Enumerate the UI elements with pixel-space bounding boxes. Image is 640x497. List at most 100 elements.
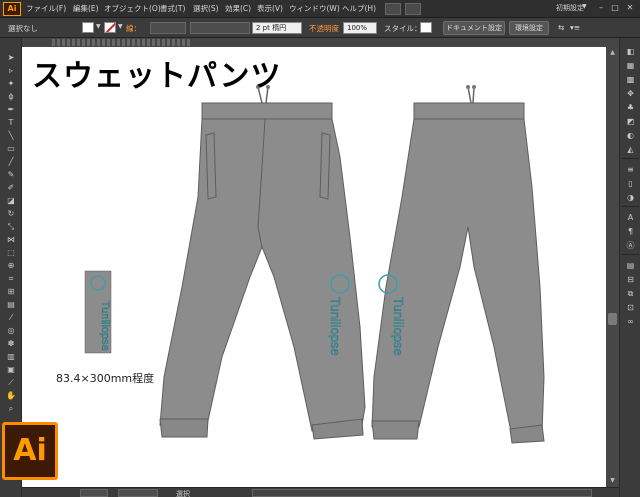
gradient-icon[interactable]: ▤ [5,300,17,310]
slice-icon[interactable]: ⟋ [5,378,17,388]
arrange-icon[interactable]: ⇆ [558,23,564,32]
rectangle-icon[interactable]: ▭ [5,144,17,154]
minimize-icon[interactable]: – [594,2,608,14]
menu-help[interactable]: ヘルプ(H) [342,3,376,14]
illustrator-badge-icon: Ai [2,422,58,480]
perspective-grid-icon[interactable]: ⌗ [5,274,17,284]
document-tab-label [52,39,192,46]
appearance-icon[interactable]: ◐ [624,130,637,141]
color-guide-icon[interactable]: ▦ [624,60,637,71]
menu-type[interactable]: 書式(T) [160,3,185,14]
app-logo-icon: Ai [3,2,21,16]
eraser-icon[interactable]: ◪ [5,196,17,206]
blend-icon[interactable]: ◎ [5,326,17,336]
menu-edit[interactable]: 編集(E) [73,3,99,14]
bridge-button[interactable] [385,3,401,15]
zoom-field[interactable] [80,489,108,497]
eyedropper-icon[interactable]: ⁄ [5,313,17,323]
arrange-documents-button[interactable] [405,3,421,15]
pen-icon[interactable]: ✒ [5,105,17,115]
blob-brush-icon[interactable]: ✐ [5,183,17,193]
align-icon[interactable]: ⊟ [624,274,637,285]
close-icon[interactable]: ✕ [623,2,637,14]
menu-file[interactable]: ファイル(F) [26,3,66,14]
workspace-switcher[interactable]: 初期設定 [556,3,584,13]
stroke-weight-field[interactable] [150,22,186,34]
zoom-icon[interactable]: ⌕ [5,404,17,414]
panel-menu-icon[interactable]: ▾≡ [570,23,580,32]
style-label: スタイル： [384,24,422,33]
column-graph-icon[interactable]: ▥ [5,352,17,362]
pencil-icon[interactable]: ✎ [5,170,17,180]
free-transform-icon[interactable]: ⬚ [5,248,17,258]
width-icon[interactable]: ⋈ [5,235,17,245]
brush-definition-field[interactable]: 2 pt 楕円 [252,22,302,34]
mesh-icon[interactable]: ⊞ [5,287,17,297]
scroll-up-icon[interactable]: ▲ [608,49,617,57]
selection-tool-icon[interactable]: ➤ [5,53,17,63]
brushes-icon[interactable]: ✥ [624,88,637,99]
control-bar: 選択なし ▼ ▼ 線： 2 pt 楕円 不透明度 100% スタイル： ドキュメ… [0,18,640,38]
preferences-button[interactable]: 環境設定 [509,21,549,35]
paragraph-icon[interactable]: ¶ [624,226,637,237]
chevron-down-icon[interactable]: ▼ [118,23,123,30]
menu-view[interactable]: 表示(V) [257,3,283,14]
shape-builder-icon[interactable]: ⊕ [5,261,17,271]
menu-select[interactable]: 選択(S) [193,3,219,14]
opentype-icon[interactable]: Ⓐ [624,240,637,251]
panel-divider [622,254,639,255]
artboard[interactable]: Tuniliopse Tuniliopse Tuniliopse スウェットパン… [22,47,606,487]
artboard-icon[interactable]: ▣ [5,365,17,375]
document-setup-button[interactable]: ドキュメント設定 [443,21,505,35]
panel-dock: ◧ ▦ ▩ ✥ ♣ ◩ ◐ ◭ ≡ ▯ ◑ A ¶ Ⓐ ▤ ⊟ ⧉ ⊡ ∞ [619,38,640,497]
scroll-down-icon[interactable]: ▼ [608,477,617,485]
transparency-icon[interactable]: ◑ [624,192,637,203]
scrollbar-thumb[interactable] [608,313,617,325]
vertical-scrollbar[interactable]: ▲ ▼ [606,47,619,487]
artboards-panel-icon[interactable]: ▤ [624,260,637,271]
horizontal-scrollbar[interactable] [252,489,592,497]
gradient-panel-icon[interactable]: ▯ [624,178,637,189]
opacity-field[interactable]: 100% [343,22,377,34]
pants-front [159,85,366,440]
pants-back [371,85,545,444]
stroke-panel-icon[interactable]: ≡ [624,164,637,175]
menu-object[interactable]: オブジェクト(O) [104,3,161,14]
links-icon[interactable]: ∞ [624,316,637,327]
document-tab[interactable] [22,38,619,47]
panel-divider [622,206,639,207]
symbols-icon[interactable]: ♣ [624,102,637,113]
character-icon[interactable]: A [624,212,637,223]
hand-icon[interactable]: ✋ [5,391,17,401]
paintbrush-icon[interactable]: ╱ [5,157,17,167]
maximize-icon[interactable]: □ [608,2,622,14]
swatches-icon[interactable]: ▩ [624,74,637,85]
magic-wand-icon[interactable]: ✦ [5,79,17,89]
chevron-down-icon: ▼ [582,3,587,10]
print-size-caption: 83.4×300mm程度 [56,372,155,385]
artboard-navigator[interactable] [118,489,158,497]
layers-icon[interactable]: ◭ [624,144,637,155]
fill-swatch[interactable] [82,22,94,33]
pathfinder-icon[interactable]: ⧉ [624,288,637,299]
menu-effect[interactable]: 効果(C) [225,3,251,14]
lasso-icon[interactable]: ϕ [5,92,17,102]
symbol-sprayer-icon[interactable]: ✽ [5,339,17,349]
stroke-label[interactable]: 線： [126,23,141,34]
opacity-label[interactable]: 不透明度 [309,23,339,34]
scale-icon[interactable]: ⤡ [5,222,17,232]
graphic-styles-icon[interactable]: ◩ [624,116,637,127]
color-panel-icon[interactable]: ◧ [624,46,637,57]
menu-window[interactable]: ウィンドウ(W) [289,3,340,14]
back-leg-print-text: Tuniliopse [391,297,406,356]
direct-selection-tool-icon[interactable]: ▹ [5,66,17,76]
pants-artwork: Tuniliopse Tuniliopse Tuniliopse [84,85,545,444]
chevron-down-icon[interactable]: ▼ [96,23,101,30]
rotate-icon[interactable]: ↻ [5,209,17,219]
transform-icon[interactable]: ⊡ [624,302,637,313]
stroke-swatch[interactable] [104,22,116,33]
line-icon[interactable]: ╲ [5,131,17,141]
variable-width-profile[interactable] [190,22,250,34]
type-icon[interactable]: T [5,118,17,128]
graphic-style-swatch[interactable] [420,22,432,33]
